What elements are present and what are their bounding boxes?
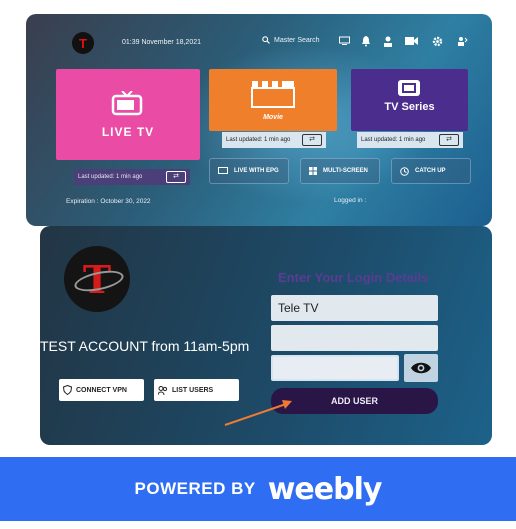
live-tv-tile[interactable]: LIVE TV bbox=[56, 69, 200, 160]
powered-by-text: POWERED BY bbox=[134, 479, 256, 498]
series-updated-text: Last updated: 1 min ago bbox=[361, 137, 426, 143]
username-field[interactable]: Tele TV bbox=[271, 295, 438, 321]
password-field[interactable] bbox=[271, 355, 399, 381]
logged-in-text: Logged in : bbox=[334, 197, 367, 204]
weebly-logo: weebly bbox=[267, 471, 383, 507]
login-screenshot: T Enter Your Login Details Tele TV ADD U… bbox=[40, 226, 492, 445]
live-with-epg-button[interactable]: LIVE WITH EPG bbox=[209, 158, 289, 184]
dashboard-screenshot: T 01:39 November 18,2021 Master Search L… bbox=[26, 14, 492, 226]
clock-icon bbox=[400, 166, 409, 176]
catch-up-button[interactable]: CATCH UP bbox=[391, 158, 471, 184]
login-heading: Enter Your Login Details bbox=[278, 270, 429, 285]
app-logo: T bbox=[72, 32, 94, 54]
live-with-epg-label: LIVE WITH EPG bbox=[234, 168, 279, 174]
refresh-movie-button[interactable]: ⇄ bbox=[302, 134, 322, 146]
series-tv-icon bbox=[398, 80, 420, 96]
master-search-label: Master Search bbox=[274, 36, 320, 44]
datetime-text: 01:39 November 18,2021 bbox=[122, 39, 201, 46]
epg-icon bbox=[218, 167, 228, 174]
movie-updated-text: Last updated: 1 min ago bbox=[226, 137, 291, 143]
live-tv-label: LIVE TV bbox=[101, 125, 155, 139]
multi-screen-label: MULTI-SCREEN bbox=[323, 168, 368, 174]
expiration-text: Expiration : October 30, 2022 bbox=[66, 198, 151, 205]
search-icon bbox=[262, 36, 270, 44]
series-update-bar: Last updated: 1 min ago ⇄ bbox=[357, 132, 463, 148]
master-search-button[interactable]: Master Search bbox=[262, 36, 320, 44]
connect-vpn-label: CONNECT VPN bbox=[76, 386, 127, 394]
account-status-text: TEST ACCOUNT from 11am-5pm bbox=[40, 338, 250, 354]
shield-icon bbox=[63, 385, 72, 395]
monitor-icon[interactable] bbox=[338, 36, 350, 48]
bell-icon[interactable] bbox=[360, 36, 372, 48]
multi-screen-button[interactable]: MULTI-SCREEN bbox=[300, 158, 380, 184]
list-users-label: LIST USERS bbox=[172, 386, 214, 394]
switch-user-icon[interactable] bbox=[456, 36, 468, 48]
add-user-button[interactable]: ADD USER bbox=[271, 388, 438, 414]
clapperboard-icon bbox=[251, 81, 295, 108]
tv-series-label: TV Series bbox=[384, 101, 435, 113]
tv-series-tile[interactable]: TV Series bbox=[351, 69, 468, 131]
powered-by-banner[interactable]: POWERED BY weebly bbox=[0, 457, 516, 521]
connect-vpn-button[interactable]: CONNECT VPN bbox=[59, 379, 144, 401]
gear-icon[interactable] bbox=[431, 36, 443, 48]
catch-up-label: CATCH UP bbox=[415, 168, 446, 174]
camera-icon[interactable] bbox=[405, 36, 418, 48]
refresh-live-button[interactable]: ⇄ bbox=[166, 171, 186, 183]
movie-tile[interactable]: Movie bbox=[209, 69, 337, 131]
grid-icon bbox=[309, 167, 317, 175]
eye-icon bbox=[411, 362, 431, 374]
server-field[interactable] bbox=[271, 325, 438, 351]
users-icon bbox=[158, 385, 168, 395]
refresh-series-button[interactable]: ⇄ bbox=[439, 134, 459, 146]
live-tv-updated-text: Last updated: 1 min ago bbox=[78, 174, 143, 180]
live-tv-update-bar: Last updated: 1 min ago ⇄ bbox=[74, 169, 190, 185]
user-icon[interactable] bbox=[382, 36, 394, 48]
show-password-button[interactable] bbox=[404, 354, 438, 382]
tv-icon bbox=[111, 91, 143, 116]
logo-letter-t-icon: T bbox=[79, 35, 87, 51]
movie-update-bar: Last updated: 1 min ago ⇄ bbox=[222, 132, 326, 148]
list-users-button[interactable]: LIST USERS bbox=[154, 379, 239, 401]
movie-label: Movie bbox=[263, 114, 283, 121]
brand-logo: T bbox=[64, 246, 130, 312]
